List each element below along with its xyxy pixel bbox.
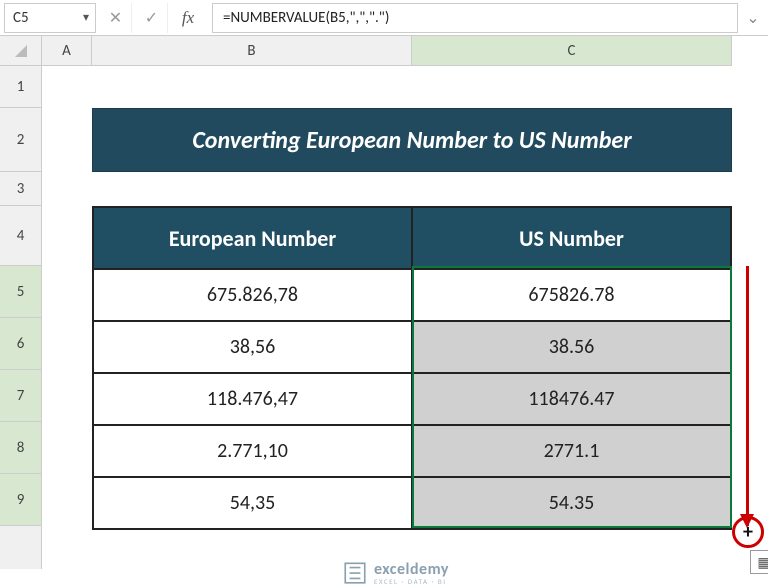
fx-icon[interactable]: fx [172,3,204,33]
table-row: 54,35 54.35 [94,476,730,528]
select-all-corner[interactable] [0,36,42,66]
row-headers: 1 2 3 4 5 6 7 8 9 [0,66,42,569]
row-header-6[interactable]: 6 [0,318,41,370]
logo-tagline: EXCEL · DATA · BI [374,577,449,586]
formula-bar: C5 ▾ ✕ ✓ fx =NUMBERVALUE(B5,",",".") ⌄ [0,0,768,36]
name-box-value: C5 [13,9,29,27]
row-header-4[interactable]: 4 [0,206,41,266]
watermark-logo: exceldemy EXCEL · DATA · BI [342,560,449,586]
worksheet-area[interactable]: Converting European Number to US Number … [42,66,768,569]
fill-drag-arrow-annotation [746,266,749,526]
row-header-7[interactable]: 7 [0,370,41,422]
row-header-1[interactable]: 1 [0,66,41,108]
table-row: 38,56 38.56 [94,320,730,372]
col-header-C[interactable]: C [412,36,732,65]
logo-icon [342,560,368,586]
cell-B5[interactable]: 675.826,78 [94,270,413,320]
cell-C8[interactable]: 2771.1 [413,426,730,476]
formula-text: =NUMBERVALUE(B5,",",".") [223,9,389,27]
title-banner: Converting European Number to US Number [92,108,732,172]
table-row: 2.771,10 2771.1 [94,424,730,476]
col-header-A[interactable]: A [42,36,92,65]
formula-input[interactable]: =NUMBERVALUE(B5,",",".") [212,3,738,33]
row-header-2[interactable]: 2 [0,108,41,172]
table-header-row: European Number US Number [94,208,730,268]
fill-handle-annotation: + [732,516,764,548]
cell-C9[interactable]: 54.35 [413,478,730,528]
confirm-icon[interactable]: ✓ [136,3,168,33]
autofill-icon: ▦ [757,554,768,571]
col-us-number[interactable]: US Number [413,208,730,268]
cell-C7[interactable]: 118476.47 [413,374,730,424]
cell-C5[interactable]: 675826.78 [413,270,730,320]
page-title: Converting European Number to US Number [192,126,631,155]
expand-formula-icon[interactable]: ⌄ [742,8,764,28]
cell-B8[interactable]: 2.771,10 [94,426,413,476]
chevron-down-icon[interactable]: ▾ [83,10,89,25]
row-header-3[interactable]: 3 [0,172,41,206]
cell-B7[interactable]: 118.476,47 [94,374,413,424]
row-header-9[interactable]: 9 [0,474,41,526]
table-row: 675.826,78 675826.78 [94,268,730,320]
name-box[interactable]: C5 ▾ [4,3,96,33]
row-header-8[interactable]: 8 [0,422,41,474]
cancel-icon[interactable]: ✕ [100,3,132,33]
autofill-options-button[interactable]: ▦ [750,550,768,574]
col-header-B[interactable]: B [92,36,412,65]
column-headers: A B C [42,36,732,66]
cell-C6[interactable]: 38.56 [413,322,730,372]
table-row: 118.476,47 118476.47 [94,372,730,424]
data-table: European Number US Number 675.826,78 675… [92,206,732,530]
col-european-number[interactable]: European Number [94,208,413,268]
row-header-5[interactable]: 5 [0,266,41,318]
cell-B6[interactable]: 38,56 [94,322,413,372]
cell-B9[interactable]: 54,35 [94,478,413,528]
fill-cursor-icon: + [743,520,753,544]
